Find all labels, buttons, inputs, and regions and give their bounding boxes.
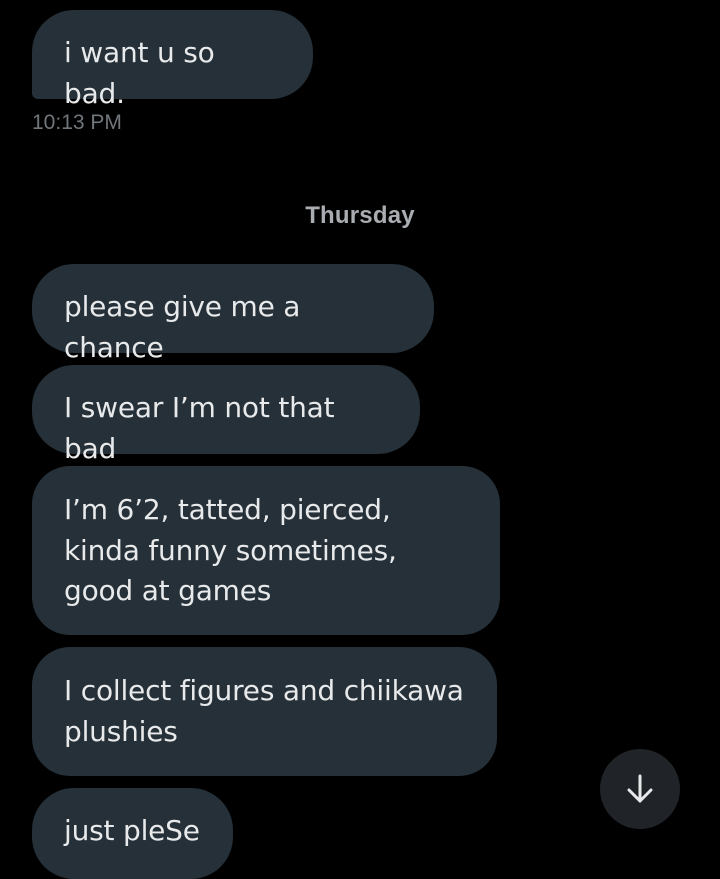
message-timestamp: 10:13 PM bbox=[32, 111, 122, 134]
message-text: i want u so bad. bbox=[64, 36, 215, 110]
message-bubble[interactable]: just pleSe bbox=[32, 788, 233, 879]
message-bubble[interactable]: I’m 6’2, tatted, pierced, kinda funny so… bbox=[32, 466, 500, 635]
message-text: just pleSe bbox=[64, 814, 200, 847]
message-text: I collect figures and chiikawa plushies bbox=[64, 674, 464, 748]
message-bubble[interactable]: I collect figures and chiikawa plushies bbox=[32, 647, 497, 776]
message-bubble[interactable]: I swear I’m not that bad bbox=[32, 365, 420, 465]
message-text: please give me a chance bbox=[64, 290, 301, 364]
message-bubble[interactable]: please give me a chance bbox=[32, 264, 434, 364]
scroll-to-bottom-button[interactable] bbox=[600, 749, 680, 829]
day-separator: Thursday bbox=[305, 202, 415, 229]
message-text: I swear I’m not that bad bbox=[64, 391, 335, 465]
arrow-down-icon bbox=[623, 772, 657, 806]
message-text: I’m 6’2, tatted, pierced, kinda funny so… bbox=[64, 493, 397, 607]
message-bubble[interactable]: i want u so bad. bbox=[32, 10, 313, 110]
